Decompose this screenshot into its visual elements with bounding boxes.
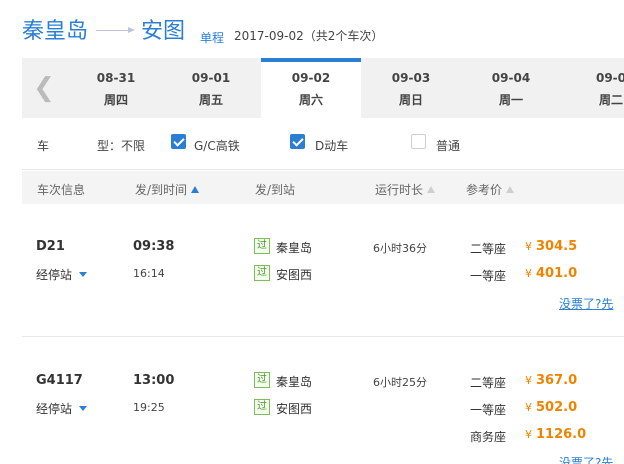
header-time-sort[interactable]: 发/到时间 — [135, 181, 200, 198]
date-tab-date: 09-0 — [595, 71, 624, 85]
currency-symbol: ¥ — [525, 267, 532, 280]
date-tab[interactable]: 08-31 周四 — [66, 58, 166, 118]
header-train-info: 车次信息 — [37, 183, 86, 197]
date-tab-date: 09-03 — [391, 71, 431, 85]
filter-d-label[interactable]: D动车 — [315, 137, 348, 154]
seat-price: ¥304.5 — [525, 239, 577, 254]
depart-station: 秦皇岛 — [276, 241, 313, 255]
header-station: 发/到站 — [255, 183, 296, 197]
date-tab[interactable]: 09-0 周二 — [561, 58, 624, 118]
depart-time: 13:00 — [133, 373, 175, 388]
train-number[interactable]: G4117 — [36, 373, 83, 388]
seat-price: ¥367.0 — [525, 373, 577, 388]
prev-date-arrow-icon[interactable]: ❮ — [22, 58, 66, 118]
price-value: 1126.0 — [536, 427, 587, 442]
date-tab-weekday: 周五 — [198, 93, 223, 107]
train-row: G4117 经停站 13:00 19:25 过 秦皇岛 过 安图西 6小时25分… — [22, 338, 624, 464]
filter-label: 车 — [37, 139, 50, 153]
header-time-label: 发/到时间 — [135, 183, 188, 197]
stops-label: 经停站 — [36, 268, 73, 282]
date-tab-weekday: 周六 — [298, 93, 323, 107]
date-tab-date: 09-02 — [291, 71, 331, 85]
currency-symbol: ¥ — [525, 240, 532, 253]
results-table-header: 车次信息 发/到时间 发/到站 运行时长 参考价 — [22, 171, 624, 204]
price-value: 367.0 — [536, 373, 578, 388]
header-price-label: 参考价 — [466, 183, 503, 197]
sold-out-help-link[interactable]: 没票了?先 — [559, 295, 613, 312]
arrive-time: 19:25 — [133, 401, 165, 414]
arrival-city: 安图 — [141, 19, 186, 44]
filter-gc-checkbox[interactable] — [171, 134, 186, 149]
depart-time: 09:38 — [133, 239, 175, 254]
depart-station: 秦皇岛 — [276, 375, 313, 389]
date-tab-weekday: 周二 — [598, 93, 623, 107]
date-tab-weekday: 周四 — [103, 93, 128, 107]
departure-city: 秦皇岛 — [22, 19, 89, 44]
date-tab-weekday: 周一 — [498, 93, 523, 107]
header-price-sort[interactable]: 参考价 — [466, 181, 515, 198]
route-header: 秦皇岛 安图 单程 2017-09-02（共2个车次） — [0, 0, 624, 58]
date-tab-date: 09-01 — [191, 71, 231, 85]
sold-out-help-link[interactable]: 没票了?先 — [559, 454, 613, 464]
seat-class: 二等座 — [470, 376, 507, 390]
price-value: 401.0 — [536, 266, 578, 281]
date-tab-selected[interactable]: 09-02 周六 — [261, 58, 361, 118]
stops-toggle[interactable]: 经停站 — [36, 266, 88, 283]
date-selector: ❮ 08-31 周四 09-01 周五 09-02 周六 09-03 周日 09… — [22, 58, 624, 118]
date-tab[interactable]: 09-03 周日 — [361, 58, 461, 118]
train-number[interactable]: D21 — [36, 239, 65, 254]
filter-gc-label[interactable]: G/C高铁 — [194, 137, 240, 154]
seat-class: 二等座 — [470, 242, 507, 256]
price-value: 304.5 — [536, 239, 578, 254]
header-duration-label: 运行时长 — [375, 183, 424, 197]
seat-price: ¥401.0 — [525, 266, 577, 281]
seat-class: 一等座 — [470, 403, 507, 417]
train-row: D21 经停站 09:38 16:14 过 秦皇岛 过 安图西 6小时36分 二… — [22, 205, 624, 337]
date-tab[interactable]: 09-01 周五 — [161, 58, 261, 118]
chevron-down-icon — [79, 406, 88, 411]
sort-icon — [427, 186, 436, 193]
seat-price: ¥502.0 — [525, 400, 577, 415]
seat-class: 商务座 — [470, 430, 507, 444]
arrive-station: 安图西 — [276, 268, 313, 282]
filter-d-checkbox[interactable] — [290, 134, 305, 149]
currency-symbol: ¥ — [525, 428, 532, 441]
travel-duration: 6小时36分 — [373, 242, 427, 255]
date-tab-date: 08-31 — [96, 71, 136, 85]
pass-through-badge: 过 — [254, 372, 270, 388]
filter-type-label: 型：不限 — [97, 139, 146, 153]
trip-summary: 2017-09-02（共2个车次） — [234, 29, 384, 43]
currency-symbol: ¥ — [525, 374, 532, 387]
trip-type-label: 单程 — [200, 31, 225, 45]
train-type-filter: 车 型：不限 G/C高铁 D动车 普通 — [22, 118, 624, 170]
pass-through-badge: 过 — [254, 238, 270, 254]
price-value: 502.0 — [536, 400, 578, 415]
arrive-time: 16:14 — [133, 267, 165, 280]
date-tab-date: 09-04 — [491, 71, 531, 85]
arrive-station: 安图西 — [276, 402, 313, 416]
sort-asc-icon — [191, 186, 200, 193]
seat-class: 一等座 — [470, 269, 507, 283]
seat-price: ¥1126.0 — [525, 427, 586, 442]
stops-label: 经停站 — [36, 402, 73, 416]
currency-symbol: ¥ — [525, 401, 532, 414]
travel-duration: 6小时25分 — [373, 376, 427, 389]
date-tab-weekday: 周日 — [398, 93, 423, 107]
chevron-down-icon — [79, 272, 88, 277]
route-arrow-icon — [96, 27, 135, 33]
stops-toggle[interactable]: 经停站 — [36, 400, 88, 417]
header-duration-sort[interactable]: 运行时长 — [375, 181, 436, 198]
filter-normal-checkbox[interactable] — [411, 134, 426, 149]
pass-through-badge: 过 — [254, 399, 270, 415]
sort-icon — [506, 186, 515, 193]
pass-through-badge: 过 — [254, 265, 270, 281]
date-tab[interactable]: 09-04 周一 — [461, 58, 561, 118]
filter-normal-label[interactable]: 普通 — [436, 137, 460, 154]
